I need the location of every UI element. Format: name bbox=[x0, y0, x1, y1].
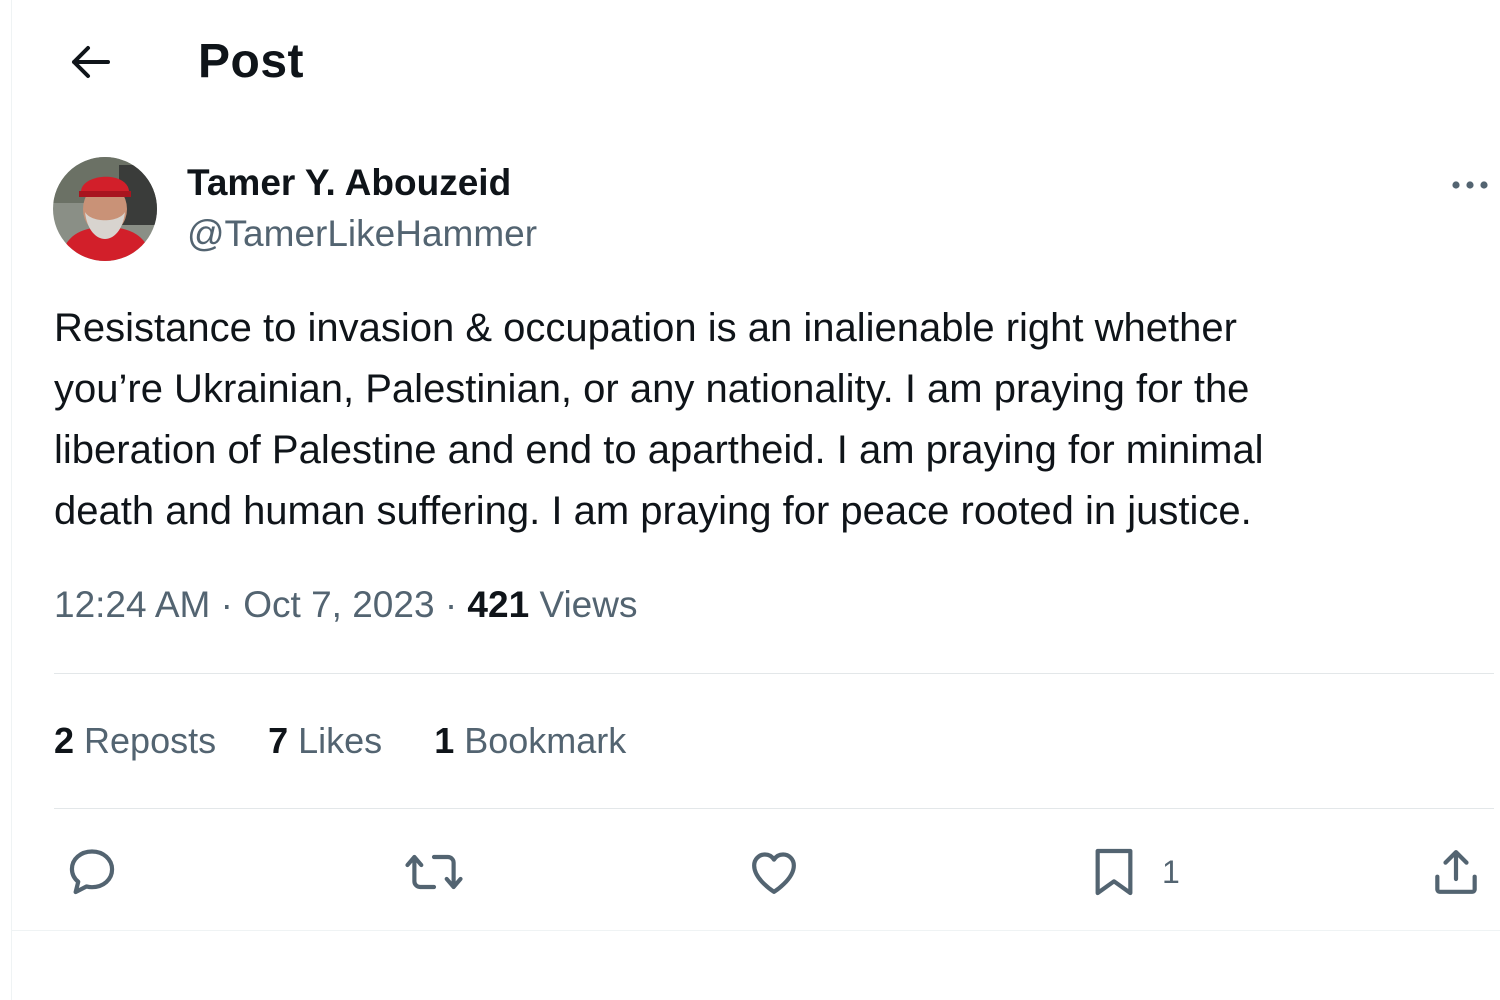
share-icon bbox=[1435, 850, 1477, 894]
reply-button[interactable] bbox=[64, 840, 120, 904]
avatar-image bbox=[53, 157, 157, 261]
back-button[interactable] bbox=[64, 36, 116, 88]
share-button[interactable] bbox=[1428, 840, 1484, 904]
post-header: Post bbox=[12, 0, 1500, 120]
more-icon bbox=[1452, 181, 1488, 189]
bookmark-icon bbox=[1095, 848, 1133, 896]
left-border bbox=[11, 0, 12, 1000]
meta-separator: · bbox=[444, 584, 458, 625]
bookmarks-stat[interactable]: 1 Bookmark bbox=[434, 720, 626, 762]
post-stats: 2 Reposts 7 Likes 1 Bookmark bbox=[54, 720, 678, 762]
likes-label: Likes bbox=[298, 720, 383, 761]
views-label: Views bbox=[539, 584, 638, 625]
author-display-name[interactable]: Tamer Y. Abouzeid bbox=[187, 162, 511, 204]
post-text-line: you’re Ukrainian, Palestinian, or any na… bbox=[54, 367, 1250, 411]
post-text-line: liberation of Palestine and end to apart… bbox=[54, 428, 1264, 472]
author-handle[interactable]: @TamerLikeHammer bbox=[187, 213, 537, 255]
views-count: 421 bbox=[467, 584, 530, 625]
meta-separator: · bbox=[220, 584, 233, 625]
reposts-count: 2 bbox=[54, 720, 75, 761]
post-text-line: death and human suffering. I am praying … bbox=[54, 489, 1252, 533]
reposts-stat[interactable]: 2 Reposts bbox=[54, 720, 216, 762]
post-time[interactable]: 12:24 AM bbox=[54, 584, 210, 625]
page-title: Post bbox=[198, 35, 305, 88]
like-button[interactable] bbox=[746, 840, 802, 904]
bookmarks-label: Bookmark bbox=[464, 720, 627, 761]
post-text: Resistance to invasion & occupation is a… bbox=[54, 298, 1474, 542]
more-options-button[interactable] bbox=[1440, 165, 1500, 205]
divider bbox=[12, 930, 1500, 931]
bookmark-button[interactable]: 1 bbox=[1088, 840, 1180, 904]
post-date[interactable]: Oct 7, 2023 bbox=[243, 584, 434, 625]
likes-count: 7 bbox=[268, 720, 289, 761]
post-meta: 12:24 AM · Oct 7, 2023 · 421 Views bbox=[54, 584, 637, 626]
reply-icon bbox=[69, 849, 115, 895]
post-text-line: Resistance to invasion & occupation is a… bbox=[54, 306, 1237, 350]
divider bbox=[54, 808, 1494, 809]
repost-icon bbox=[405, 854, 463, 890]
avatar[interactable] bbox=[53, 157, 157, 261]
likes-stat[interactable]: 7 Likes bbox=[268, 720, 382, 762]
bookmark-action-count: 1 bbox=[1162, 853, 1180, 890]
bookmarks-count: 1 bbox=[434, 720, 455, 761]
repost-button[interactable] bbox=[404, 840, 464, 904]
arrow-left-icon bbox=[72, 46, 110, 78]
like-icon bbox=[752, 852, 796, 894]
reposts-label: Reposts bbox=[84, 720, 217, 761]
divider bbox=[54, 673, 1494, 674]
